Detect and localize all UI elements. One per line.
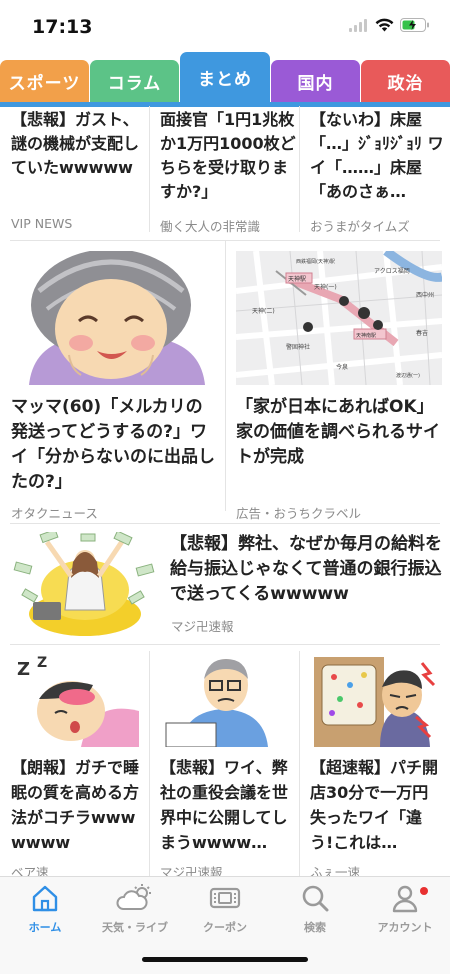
article-card[interactable]: 【超速報】パチ開店30分で一万円失ったワイ「違う!これは… ふぇ一速	[300, 645, 450, 876]
map-label: 今泉	[336, 363, 348, 371]
weather-icon	[115, 881, 155, 915]
article-card[interactable]: マッマ(60)「メルカリの発送ってどうするの?」ワイ「分からないのに出品したの?…	[0, 241, 225, 521]
article-card[interactable]: Z Z 【朗報】ガチで睡眠の質を高める方法がコチラwwwwwww ベア速	[0, 645, 149, 876]
search-icon	[295, 881, 335, 915]
battery-icon	[400, 18, 429, 32]
wifi-icon	[375, 18, 394, 32]
signal-icon	[349, 18, 367, 32]
nav-weather[interactable]: 天気・ライブ	[90, 881, 180, 945]
nav-account[interactable]: アカウント	[360, 881, 450, 945]
nav-account-label: アカウント	[377, 921, 433, 934]
nav-search[interactable]: 検索	[270, 881, 360, 945]
office-worker-illustration	[165, 659, 268, 747]
map-label: 春吉	[416, 329, 428, 337]
article-source: おうまがタイムズ	[310, 219, 410, 234]
sleep-z: Z	[37, 655, 47, 671]
map-label: 西中州	[416, 291, 434, 299]
map-label: 西鉄福岡(天神)駅	[296, 258, 335, 265]
tab-matome[interactable]: まとめ	[180, 52, 270, 102]
notification-badge	[420, 887, 428, 895]
grandma-illustration	[11, 251, 217, 385]
pachinko-illustration	[314, 657, 436, 747]
article-source: ベア速	[11, 865, 49, 876]
article-source: マジ卍速報	[171, 619, 234, 634]
tab-domestic[interactable]: 国内	[271, 60, 360, 102]
nav-home[interactable]: ホーム	[0, 881, 90, 945]
map-label: 天神(二)	[252, 307, 275, 315]
status-time: 17:13	[32, 16, 93, 38]
map-label: アクロス福岡	[374, 267, 410, 275]
account-icon	[385, 881, 425, 915]
article-title: 【超速報】パチ開店30分で一万円失ったワイ「違う!これは…	[310, 758, 439, 852]
coupon-icon	[205, 881, 245, 915]
category-tabs: スポーツ コラム まとめ 国内 政治	[0, 52, 450, 107]
status-bar: 17:13	[0, 0, 450, 52]
article-title: マッマ(60)「メルカリの発送ってどうするの?」ワイ「分からないのに出品したの?…	[11, 397, 215, 492]
sleep-z: Z	[17, 659, 30, 680]
map-label: 天神南駅	[356, 332, 376, 339]
nav-search-label: 検索	[304, 921, 326, 934]
map-label: 天神(一)	[314, 283, 337, 291]
article-title: 【悲報】ガスト、謎の機械が支配していたwwwww	[11, 110, 140, 177]
nav-weather-label: 天気・ライブ	[102, 921, 168, 934]
article-feed: 【悲報】ガスト、謎の機械が支配していたwwwww VIP NEWS 面接官「1円…	[0, 106, 450, 876]
article-source: 広告・おうちクラベル	[236, 506, 362, 521]
article-source: オタクニュース	[11, 506, 98, 521]
article-title: 【悲報】ワイ、弊社の重役会議を世界中に公開してしまうwwww…	[160, 758, 289, 852]
article-card[interactable]: 【悲報】弊社、なぜか毎月の給料を給与振込じゃなくて普通の銀行振込で送ってくるww…	[0, 524, 450, 642]
home-icon	[25, 881, 65, 915]
sleeping-illustration: Z Z	[17, 655, 139, 747]
article-card[interactable]: 【ないわ】床屋「…」ｼﾞｮﾘｼﾞｮﾘ ワイ「……」床屋「あのさぁ… おうまがタイ…	[300, 106, 450, 240]
status-icons	[349, 18, 430, 32]
article-source: VIP NEWS	[11, 216, 73, 231]
home-indicator	[142, 957, 308, 962]
article-title: 「家が日本にあればOK」家の価値を調べられるサイトが完成	[236, 397, 440, 467]
article-source: ふぇ一速	[310, 865, 361, 876]
article-title: 面接官「1円1兆枚か1万円1000枚どちらを受け取りますか?」	[160, 110, 296, 201]
nav-coupon[interactable]: クーポン	[180, 881, 270, 945]
nav-home-label: ホーム	[28, 921, 62, 934]
article-title: 【悲報】弊社、なぜか毎月の給料を給与振込じゃなくて普通の銀行振込で送ってくるww…	[170, 534, 442, 604]
map-label: 渡辺通(一)	[396, 372, 420, 379]
article-title: 【朗報】ガチで睡眠の質を高める方法がコチラwwwwwww	[11, 758, 140, 852]
article-card[interactable]: 【悲報】ガスト、謎の機械が支配していたwwwww VIP NEWS	[0, 106, 149, 240]
nav-coupon-label: クーポン	[203, 921, 247, 934]
tab-politics[interactable]: 政治	[361, 60, 450, 102]
money-illustration	[13, 532, 155, 636]
article-card[interactable]: 面接官「1円1兆枚か1万円1000枚どちらを受け取りますか?」 働く大人の非常識	[150, 106, 299, 240]
map-image: 天神駅 天神(一) 天神(二) アクロス福岡 西中州 天神南駅 警固神社 春吉 …	[236, 251, 442, 385]
article-title: 【ないわ】床屋「…」ｼﾞｮﾘｼﾞｮﾘ ワイ「……」床屋「あのさぁ…	[310, 110, 444, 201]
map-label: 警固神社	[286, 343, 310, 351]
article-source: マジ卍速報	[160, 865, 223, 876]
map-label: 天神駅	[288, 275, 306, 283]
article-card[interactable]: 【悲報】ワイ、弊社の重役会議を世界中に公開してしまうwwww… マジ卍速報	[150, 645, 299, 876]
tab-sports[interactable]: スポーツ	[0, 60, 89, 102]
article-source: 働く大人の非常識	[160, 219, 261, 234]
tab-column[interactable]: コラム	[90, 60, 179, 102]
article-card[interactable]: 天神駅 天神(一) 天神(二) アクロス福岡 西中州 天神南駅 警固神社 春吉 …	[226, 241, 450, 521]
